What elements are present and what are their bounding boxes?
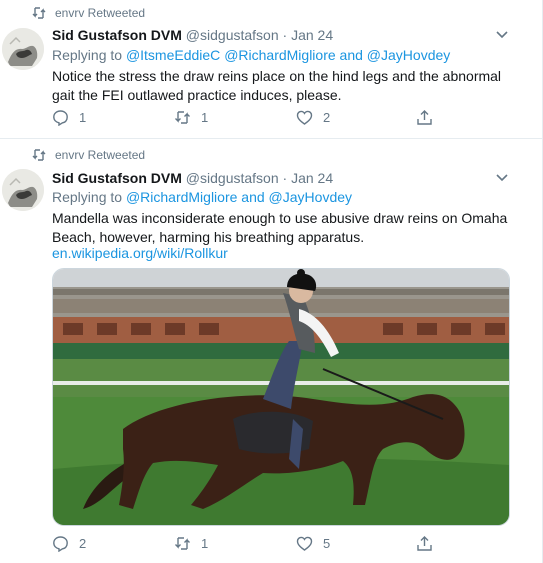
avatar-image bbox=[2, 169, 44, 211]
retweet-context: envrv Retweeted bbox=[32, 6, 145, 20]
author-name[interactable]: Sid Gustafson DVM bbox=[52, 170, 182, 186]
tweet-media-photo[interactable] bbox=[52, 268, 510, 526]
reply-icon bbox=[53, 536, 68, 552]
retweet-count: 1 bbox=[201, 110, 209, 125]
mention-link[interactable]: @RichardMigliore bbox=[126, 189, 237, 205]
horse-photo bbox=[53, 269, 509, 525]
avatar-image bbox=[2, 28, 44, 70]
retweet-button[interactable]: 1 bbox=[174, 109, 208, 126]
author-handle[interactable]: @sidgustafson bbox=[186, 170, 279, 186]
and-word: and bbox=[339, 47, 363, 63]
tweet-text: Notice the stress the draw reins place o… bbox=[52, 68, 502, 103]
like-count: 2 bbox=[323, 110, 331, 125]
share-icon bbox=[417, 536, 432, 551]
tweet-actions: 1 1 2 bbox=[52, 109, 452, 129]
tweet-header: Sid Gustafson DVM @sidgustafson · Jan 24 bbox=[52, 170, 333, 186]
like-count: 5 bbox=[323, 536, 331, 551]
replying-to: Replying to @ItsmeEddieC @RichardMiglior… bbox=[52, 47, 450, 63]
replying-to: Replying to @RichardMigliore and @JayHov… bbox=[52, 189, 352, 205]
retweet-icon bbox=[32, 7, 46, 19]
tweet-actions: 2 1 5 bbox=[52, 535, 452, 555]
share-icon bbox=[417, 110, 432, 125]
retweet-context-label: envrv Retweeted bbox=[55, 6, 146, 20]
mention-link[interactable]: @JayHovdey bbox=[367, 47, 450, 63]
chevron-down-icon[interactable] bbox=[496, 174, 508, 182]
reply-count: 1 bbox=[79, 110, 87, 125]
heart-icon bbox=[296, 110, 313, 125]
avatar[interactable] bbox=[2, 28, 44, 70]
retweet-button[interactable]: 1 bbox=[174, 535, 208, 552]
replying-prefix: Replying to bbox=[52, 47, 123, 63]
reply-icon bbox=[53, 110, 68, 126]
tweet-header: Sid Gustafson DVM @sidgustafson · Jan 24 bbox=[52, 27, 333, 43]
like-button[interactable]: 2 bbox=[296, 109, 330, 126]
tweet-2[interactable]: envrv Retweeted Sid Gustafson DVM @sidgu… bbox=[0, 139, 542, 563]
retweet-count: 1 bbox=[201, 536, 209, 551]
author-handle[interactable]: @sidgustafson bbox=[186, 27, 279, 43]
chevron-down-icon[interactable] bbox=[496, 31, 508, 39]
reply-button[interactable]: 2 bbox=[52, 535, 86, 552]
tweet-link[interactable]: en.wikipedia.org/wiki/Rollkur bbox=[52, 245, 228, 261]
heart-icon bbox=[296, 536, 313, 551]
tweet-date[interactable]: Jan 24 bbox=[291, 170, 333, 186]
author-name[interactable]: Sid Gustafson DVM bbox=[52, 27, 182, 43]
retweet-icon bbox=[175, 537, 190, 550]
tweet-date[interactable]: Jan 24 bbox=[291, 27, 333, 43]
replying-prefix: Replying to bbox=[52, 189, 123, 205]
share-button[interactable] bbox=[416, 109, 443, 126]
like-button[interactable]: 5 bbox=[296, 535, 330, 552]
mention-link[interactable]: @RichardMigliore bbox=[224, 47, 335, 63]
retweet-context-label: envrv Retweeted bbox=[55, 148, 146, 162]
share-button[interactable] bbox=[416, 535, 443, 552]
tweet-1[interactable]: envrv Retweeted Sid Gustafson DVM @sidgu… bbox=[0, 0, 542, 139]
avatar[interactable] bbox=[2, 169, 44, 211]
retweet-context: envrv Retweeted bbox=[32, 148, 145, 162]
mention-link[interactable]: @JayHovdey bbox=[269, 189, 352, 205]
separator-dot: · bbox=[282, 27, 288, 43]
reply-button[interactable]: 1 bbox=[52, 109, 86, 126]
retweet-icon bbox=[32, 149, 46, 161]
retweet-icon bbox=[175, 111, 190, 124]
tweet-text: Mandella was inconsiderate enough to use… bbox=[52, 210, 508, 245]
and-word: and bbox=[241, 189, 265, 205]
reply-count: 2 bbox=[79, 536, 87, 551]
mention-link[interactable]: @ItsmeEddieC bbox=[126, 47, 220, 63]
separator-dot: · bbox=[282, 170, 288, 186]
